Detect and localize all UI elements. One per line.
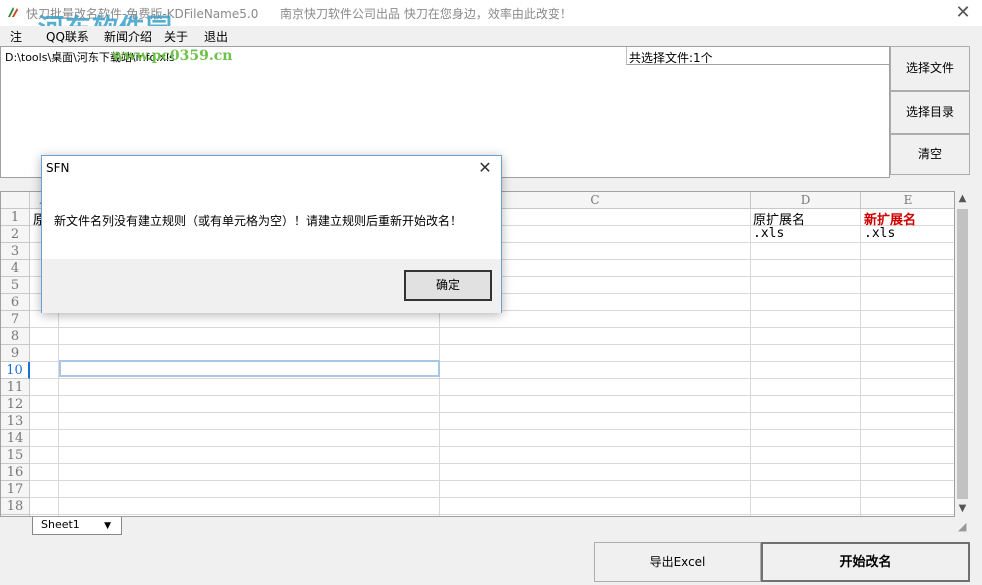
cell-e2[interactable]: .xls <box>864 226 895 241</box>
corner-header[interactable] <box>1 192 30 209</box>
row-header[interactable]: 6 <box>1 294 30 311</box>
row-header-active[interactable]: 10 <box>1 362 30 379</box>
grid-line <box>30 514 954 515</box>
file-count-label: 共选择文件:1个 <box>626 47 890 65</box>
scroll-down-arrow-icon[interactable]: ▼ <box>955 501 970 517</box>
sheet-tab-label: Sheet1 <box>41 518 80 531</box>
export-excel-button[interactable]: 导出Excel <box>594 542 761 582</box>
cell-d2[interactable]: .xls <box>753 226 784 241</box>
row-header[interactable]: 17 <box>1 481 30 498</box>
grid-line <box>30 463 954 464</box>
row-header[interactable]: 13 <box>1 413 30 430</box>
row-header[interactable]: 15 <box>1 447 30 464</box>
dialog-footer: 确定 <box>42 259 501 313</box>
dropdown-arrow-icon[interactable]: ▼ <box>104 518 111 534</box>
sheet-tab-bar: Sheet1 ▼ <box>0 517 955 537</box>
row-header[interactable]: 1 <box>1 209 30 226</box>
title-bar: 快刀批量改名软件-免费版-KDFileName5.0 南京快刀软件公司出品 快刀… <box>0 0 982 26</box>
clear-button[interactable]: 清空 <box>890 134 970 175</box>
menu-item-about[interactable]: 关于 <box>164 28 188 45</box>
grid-line <box>30 327 954 328</box>
dialog-title: SFN <box>46 161 70 175</box>
row-header[interactable]: 3 <box>1 243 30 260</box>
grid-line <box>30 395 954 396</box>
grid-line <box>750 209 751 516</box>
row-header[interactable]: 8 <box>1 328 30 345</box>
menu-item-exit[interactable]: 退出 <box>204 28 228 45</box>
row-header[interactable]: 14 <box>1 430 30 447</box>
grid-line <box>860 209 861 516</box>
row-header[interactable]: 18 <box>1 498 30 515</box>
select-file-button[interactable]: 选择文件 <box>890 46 970 91</box>
grid-line <box>30 429 954 430</box>
message-dialog: SFN ✕ 新文件名列没有建立规则（或有单元格为空）！请建立规则后重新开始改名！… <box>41 155 502 313</box>
menu-bar: 注 QQ联系 新闻介绍 关于 退出 <box>0 26 982 46</box>
row-header[interactable]: 4 <box>1 260 30 277</box>
grid-line <box>30 378 954 379</box>
row-header[interactable]: 2 <box>1 226 30 243</box>
scrollbar-thumb[interactable] <box>957 209 968 499</box>
dialog-close-icon[interactable]: ✕ <box>475 158 495 178</box>
column-header-e[interactable]: E <box>861 192 954 209</box>
file-path-item[interactable]: D:\tools\桌面\河东下载站\info.xls <box>5 49 175 65</box>
menu-item-qq-contact[interactable]: QQ联系 <box>46 28 89 45</box>
select-directory-button[interactable]: 选择目录 <box>890 91 970 134</box>
sheet-tab[interactable]: Sheet1 ▼ <box>32 517 122 535</box>
menu-item-register[interactable]: 注 <box>10 28 22 45</box>
ok-button[interactable]: 确定 <box>404 270 492 301</box>
selected-cell[interactable] <box>59 360 440 377</box>
grid-line <box>30 446 954 447</box>
resize-grip-icon[interactable]: ◢ <box>958 520 970 534</box>
window-close-button[interactable]: ✕ <box>952 3 974 23</box>
window-title: 快刀批量改名软件-免费版-KDFileName5.0 <box>26 7 259 21</box>
scroll-up-arrow-icon[interactable]: ▲ <box>955 191 970 207</box>
menu-item-news[interactable]: 新闻介绍 <box>104 28 152 45</box>
row-header[interactable]: 12 <box>1 396 30 413</box>
start-rename-button[interactable]: 开始改名 <box>761 542 970 582</box>
row-header[interactable]: 9 <box>1 345 30 362</box>
grid-line <box>30 480 954 481</box>
app-logo-icon <box>8 7 18 17</box>
row-header[interactable]: 7 <box>1 311 30 328</box>
row-header[interactable]: 16 <box>1 464 30 481</box>
dialog-message: 新文件名列没有建立规则（或有单元格为空）！请建立规则后重新开始改名！ <box>54 214 463 228</box>
grid-line <box>30 344 954 345</box>
grid-line <box>30 497 954 498</box>
vertical-scrollbar[interactable]: ▲ ▼ <box>955 191 970 517</box>
column-header-d[interactable]: D <box>751 192 861 209</box>
grid-line <box>30 412 954 413</box>
row-header[interactable]: 11 <box>1 379 30 396</box>
row-header[interactable]: 5 <box>1 277 30 294</box>
window-slogan: 南京快刀软件公司出品 快刀在您身边，效率由此改变！ <box>280 7 572 21</box>
